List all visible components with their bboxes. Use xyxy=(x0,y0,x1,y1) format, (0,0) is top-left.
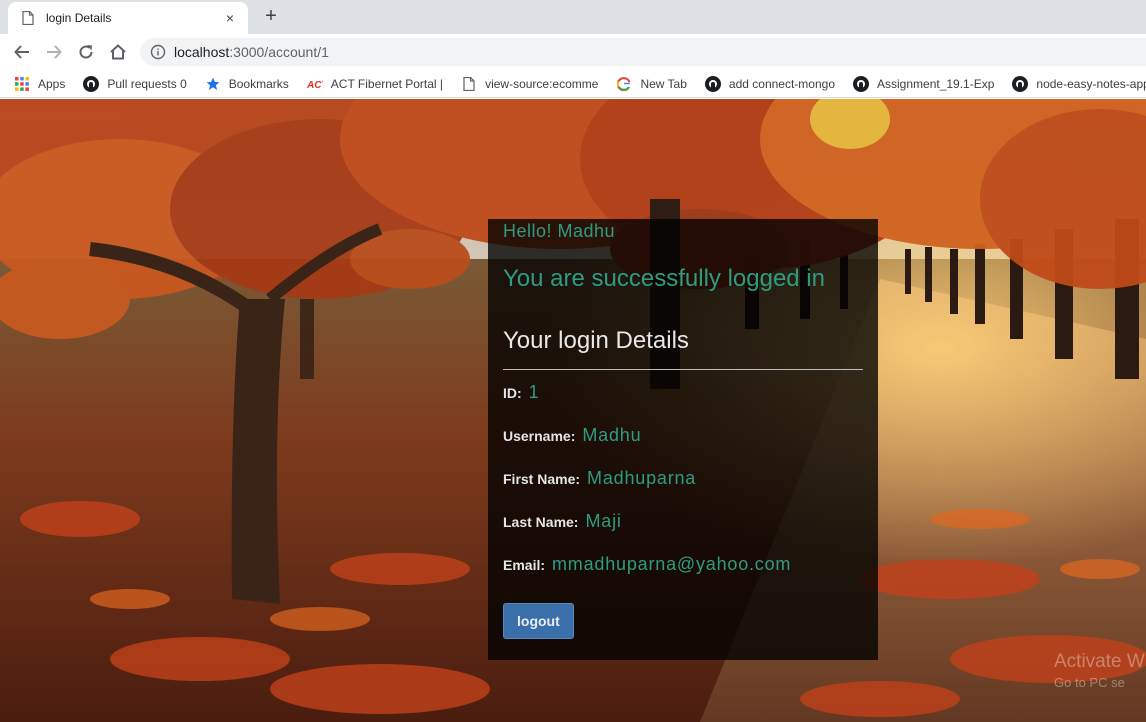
github-icon xyxy=(704,75,721,92)
forward-button[interactable] xyxy=(42,40,66,64)
field-row-email: Email: mmadhuparna@yahoo.com xyxy=(503,554,863,597)
page-icon xyxy=(461,76,477,92)
github-icon xyxy=(1012,75,1029,92)
greeting-text: Hello! Madhu xyxy=(503,221,616,241)
info-icon[interactable] xyxy=(150,44,166,60)
github-icon xyxy=(853,75,869,92)
reload-button[interactable] xyxy=(74,40,98,64)
reload-icon xyxy=(79,45,93,59)
browser-tab[interactable]: login Details × xyxy=(8,2,248,34)
apps-grid-icon xyxy=(14,76,30,92)
divider xyxy=(503,369,863,370)
url-path: :3000/account/1 xyxy=(229,44,329,60)
url-text[interactable]: localhost:3000/account/1 xyxy=(174,44,329,60)
star-icon xyxy=(205,76,221,92)
arrow-left-icon xyxy=(14,45,29,59)
bookmark-act-fibernet[interactable]: ACT ACT Fibernet Portal | xyxy=(306,76,444,92)
login-details-card: Hello! Madhu You are successfully logged… xyxy=(488,219,878,660)
arrow-right-icon xyxy=(47,45,62,59)
field-value: Madhuparna xyxy=(587,468,697,488)
bookmark-apps[interactable]: Apps xyxy=(14,76,65,92)
bookmark-label: add connect-mongo xyxy=(728,76,835,91)
page-content: Hello! Madhu You are successfully logged… xyxy=(0,99,1146,722)
document-icon xyxy=(22,11,34,25)
field-value: Madhu xyxy=(582,425,642,445)
google-icon xyxy=(616,76,632,92)
field-row-first-name: First Name: Madhuparna xyxy=(503,468,863,511)
login-details-heading: Your login Details xyxy=(503,327,689,354)
address-bar[interactable]: localhost:3000/account/1 xyxy=(140,38,1146,66)
home-button[interactable] xyxy=(106,40,130,64)
back-button[interactable] xyxy=(10,40,34,64)
field-label: First Name: xyxy=(503,471,581,487)
bookmark-label: Apps xyxy=(38,76,66,91)
bookmark-label: ACT Fibernet Portal | xyxy=(330,76,444,91)
tab-strip: login Details × + xyxy=(0,0,1146,34)
github-icon xyxy=(83,75,100,92)
field-row-last-name: Last Name: Maji xyxy=(503,511,863,554)
bookmark-label: view-source:ecomme xyxy=(485,76,599,91)
field-value: Maji xyxy=(585,511,622,531)
bookmark-node-easy-notes[interactable]: node-easy-notes-app xyxy=(1012,75,1146,92)
act-logo-icon: ACT xyxy=(306,76,323,92)
activate-windows-watermark: Activate W Go to PC se xyxy=(1054,651,1145,690)
field-row-id: ID: 1 xyxy=(503,382,863,425)
bookmark-label: Assignment_19.1-Exp xyxy=(877,76,995,91)
bookmarks-bar: Apps Pull requests 0 Bookmarks ACT ACT F… xyxy=(0,70,1146,98)
logout-button[interactable]: logout xyxy=(503,603,574,639)
field-value: mmadhuparna@yahoo.com xyxy=(552,554,792,574)
bookmark-view-source[interactable]: view-source:ecomme xyxy=(461,76,598,92)
bookmark-label: Pull requests 0 xyxy=(107,76,187,91)
bookmark-new-tab[interactable]: New Tab xyxy=(616,76,687,92)
field-label: Last Name: xyxy=(503,514,579,530)
watermark-line1: Activate W xyxy=(1054,651,1145,672)
svg-text:ACT: ACT xyxy=(307,80,323,91)
field-label: Username: xyxy=(503,428,576,444)
new-tab-button[interactable]: + xyxy=(260,6,282,28)
field-value: 1 xyxy=(528,382,540,402)
bookmark-connect-mongo[interactable]: add connect-mongo xyxy=(704,75,835,92)
bookmark-pull-requests[interactable]: Pull requests 0 xyxy=(83,75,187,92)
tab-close-icon[interactable]: × xyxy=(222,10,238,26)
bookmark-label: Bookmarks xyxy=(228,76,289,91)
bookmark-label: node-easy-notes-app xyxy=(1036,76,1146,91)
browser-toolbar: localhost:3000/account/1 xyxy=(0,34,1146,70)
success-message: You are successfully logged in xyxy=(503,265,825,292)
field-label: ID: xyxy=(503,385,522,401)
bookmark-label: New Tab xyxy=(640,76,687,91)
watermark-line2: Go to PC se xyxy=(1054,675,1125,690)
field-label: Email: xyxy=(503,557,546,573)
bookmark-assignment[interactable]: Assignment_19.1-Exp xyxy=(853,75,995,92)
field-row-username: Username: Madhu xyxy=(503,425,863,468)
url-host: localhost xyxy=(174,44,230,60)
home-icon xyxy=(110,44,126,60)
bookmark-bookmarks[interactable]: Bookmarks xyxy=(205,76,289,92)
tab-title: login Details xyxy=(46,11,112,25)
